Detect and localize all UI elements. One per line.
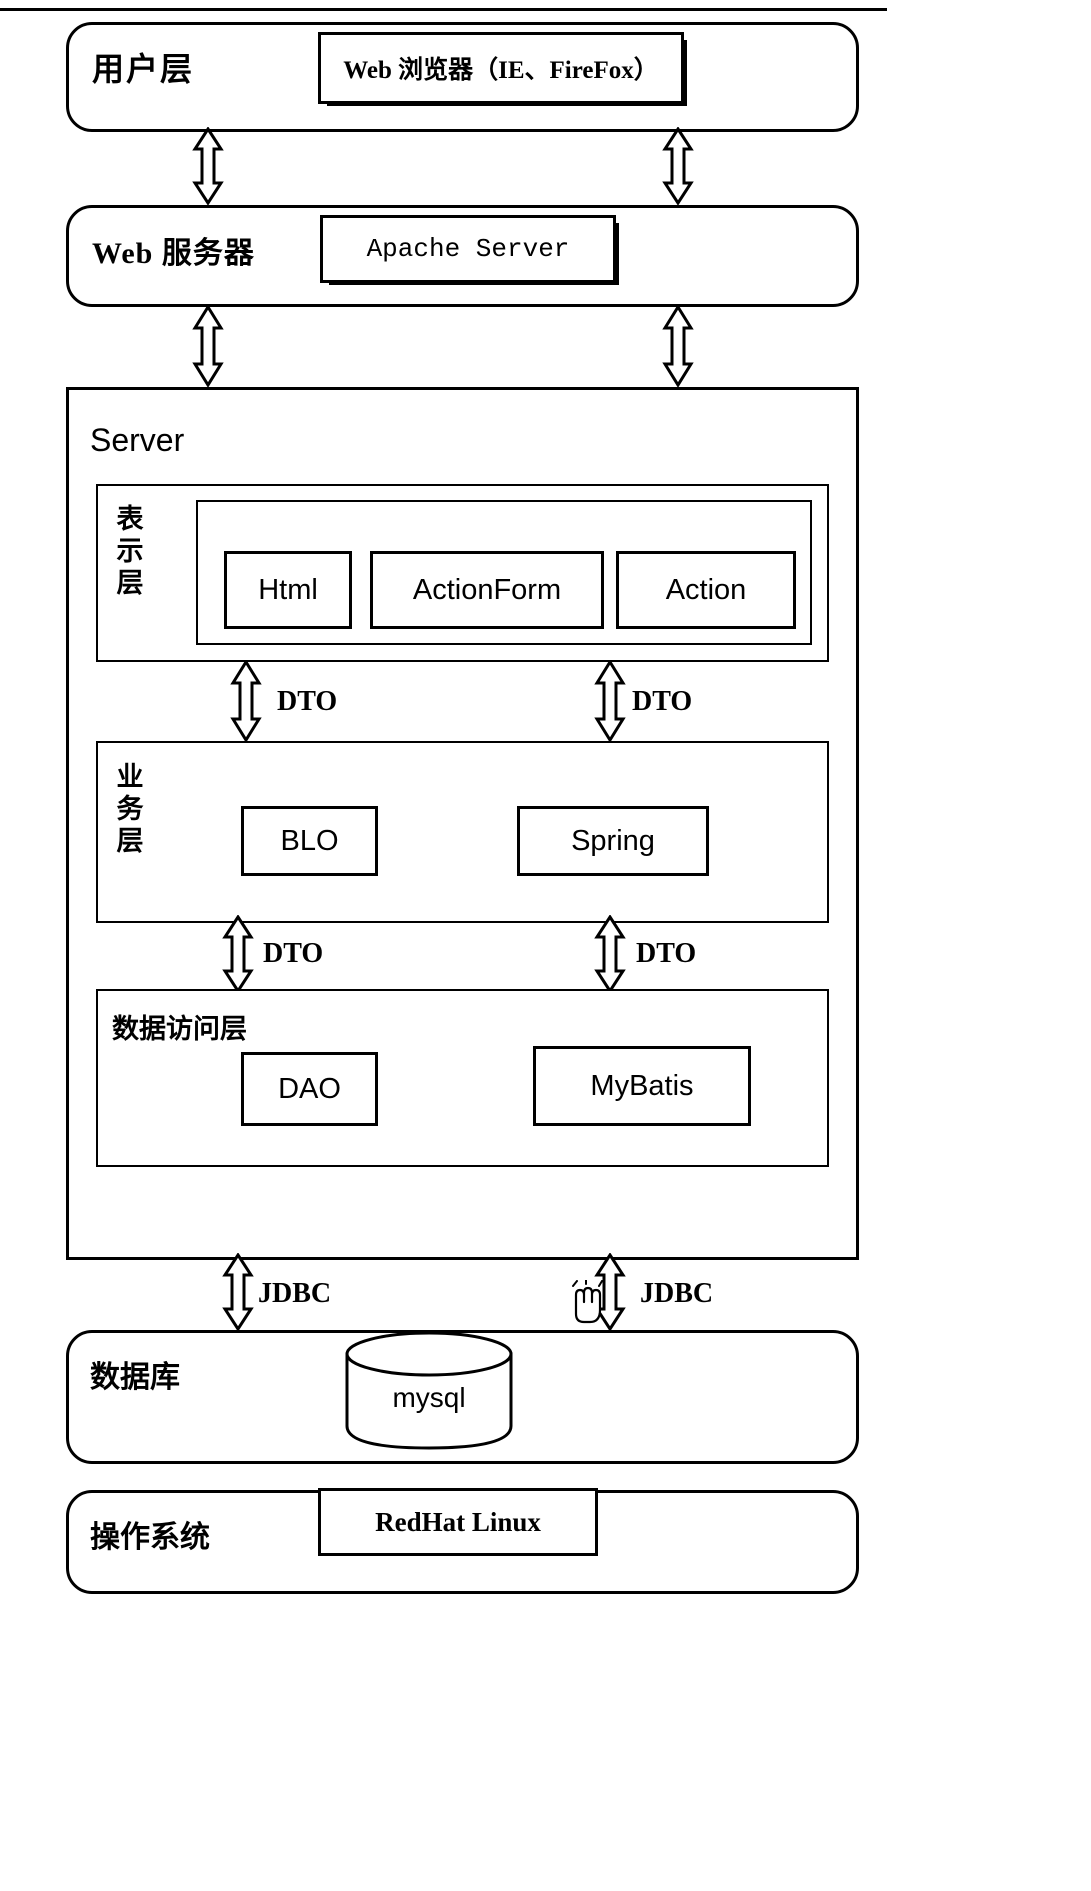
node-action-label: Action	[665, 573, 747, 606]
node-web-browser[interactable]: Web 浏览器（IE、FireFox）	[318, 32, 687, 106]
node-apache-server[interactable]: Apache Server	[320, 215, 619, 285]
node-mybatis[interactable]: MyBatis	[533, 1046, 751, 1126]
node-dao[interactable]: DAO	[241, 1052, 378, 1126]
layer-label-os: 操作系统	[90, 1521, 210, 1554]
node-apache-server-face: Apache Server	[320, 215, 616, 283]
tier-label-business-char-1: 务	[116, 793, 144, 824]
tier-label-presentation-char-1: 示	[116, 535, 144, 566]
tier-label-presentation-char-0: 表	[116, 504, 144, 534]
connector-pres-biz-right	[592, 660, 628, 742]
node-dao-label: DAO	[278, 1072, 341, 1105]
node-mybatis-label: MyBatis	[590, 1069, 694, 1102]
connector-label-pres-biz-right: DTO	[632, 686, 693, 717]
node-spring[interactable]: Spring	[517, 806, 709, 876]
node-blo[interactable]: BLO	[241, 806, 378, 876]
connector-user-web-right	[660, 127, 696, 205]
node-mysql[interactable]: mysql	[343, 1330, 515, 1452]
connector-web-server-left	[190, 305, 226, 387]
tier-label-business-char-2: 层	[116, 825, 144, 856]
tier-label-business: 业 务 层	[110, 762, 150, 858]
layer-label-server: Server	[90, 422, 185, 458]
connector-pres-biz-left	[228, 660, 264, 742]
connector-label-pres-biz-left: DTO	[277, 686, 338, 717]
layer-label-database: 数据库	[90, 1361, 180, 1394]
node-redhat-linux[interactable]: RedHat Linux	[318, 1488, 598, 1556]
connector-user-web-left	[190, 127, 226, 205]
node-web-browser-label: Web 浏览器（IE、FireFox）	[343, 57, 659, 84]
layer-label-user: 用户层	[92, 51, 195, 87]
connector-biz-dao-left	[220, 915, 256, 993]
node-web-browser-face: Web 浏览器（IE、FireFox）	[318, 32, 684, 104]
node-redhat-linux-label: RedHat Linux	[375, 1506, 541, 1537]
node-spring-label: Spring	[571, 824, 655, 857]
node-action[interactable]: Action	[616, 551, 796, 629]
architecture-diagram: 用户层 Web 浏览器（IE、FireFox） Web 服务器 Apache S…	[0, 0, 1091, 1891]
connector-label-biz-dao-right: DTO	[636, 938, 697, 969]
node-apache-server-label: Apache Server	[366, 234, 570, 264]
tier-label-business-char-0: 业	[116, 762, 144, 792]
layer-label-webserver: Web 服务器	[92, 237, 255, 270]
connector-label-server-db-right: JDBC	[640, 1278, 714, 1309]
tier-label-dataaccess: 数据访问层	[112, 1014, 247, 1044]
mouse-cursor-icon	[566, 1279, 606, 1331]
connector-biz-dao-right	[592, 915, 628, 993]
connector-server-db-left	[220, 1253, 256, 1331]
connector-label-biz-dao-left: DTO	[263, 938, 324, 969]
node-mysql-label: mysql	[392, 1382, 466, 1413]
node-actionform-label: ActionForm	[412, 573, 562, 606]
connector-label-server-db-left: JDBC	[258, 1278, 332, 1309]
tier-box-business	[96, 741, 829, 923]
node-html[interactable]: Html	[224, 551, 352, 629]
tier-label-presentation: 表 示 层	[110, 504, 150, 600]
node-blo-label: BLO	[280, 824, 339, 857]
scan-top-rule	[0, 8, 887, 11]
node-html-label: Html	[258, 573, 318, 606]
connector-web-server-right	[660, 305, 696, 387]
node-actionform[interactable]: ActionForm	[370, 551, 604, 629]
tier-label-presentation-char-2: 层	[116, 567, 144, 598]
